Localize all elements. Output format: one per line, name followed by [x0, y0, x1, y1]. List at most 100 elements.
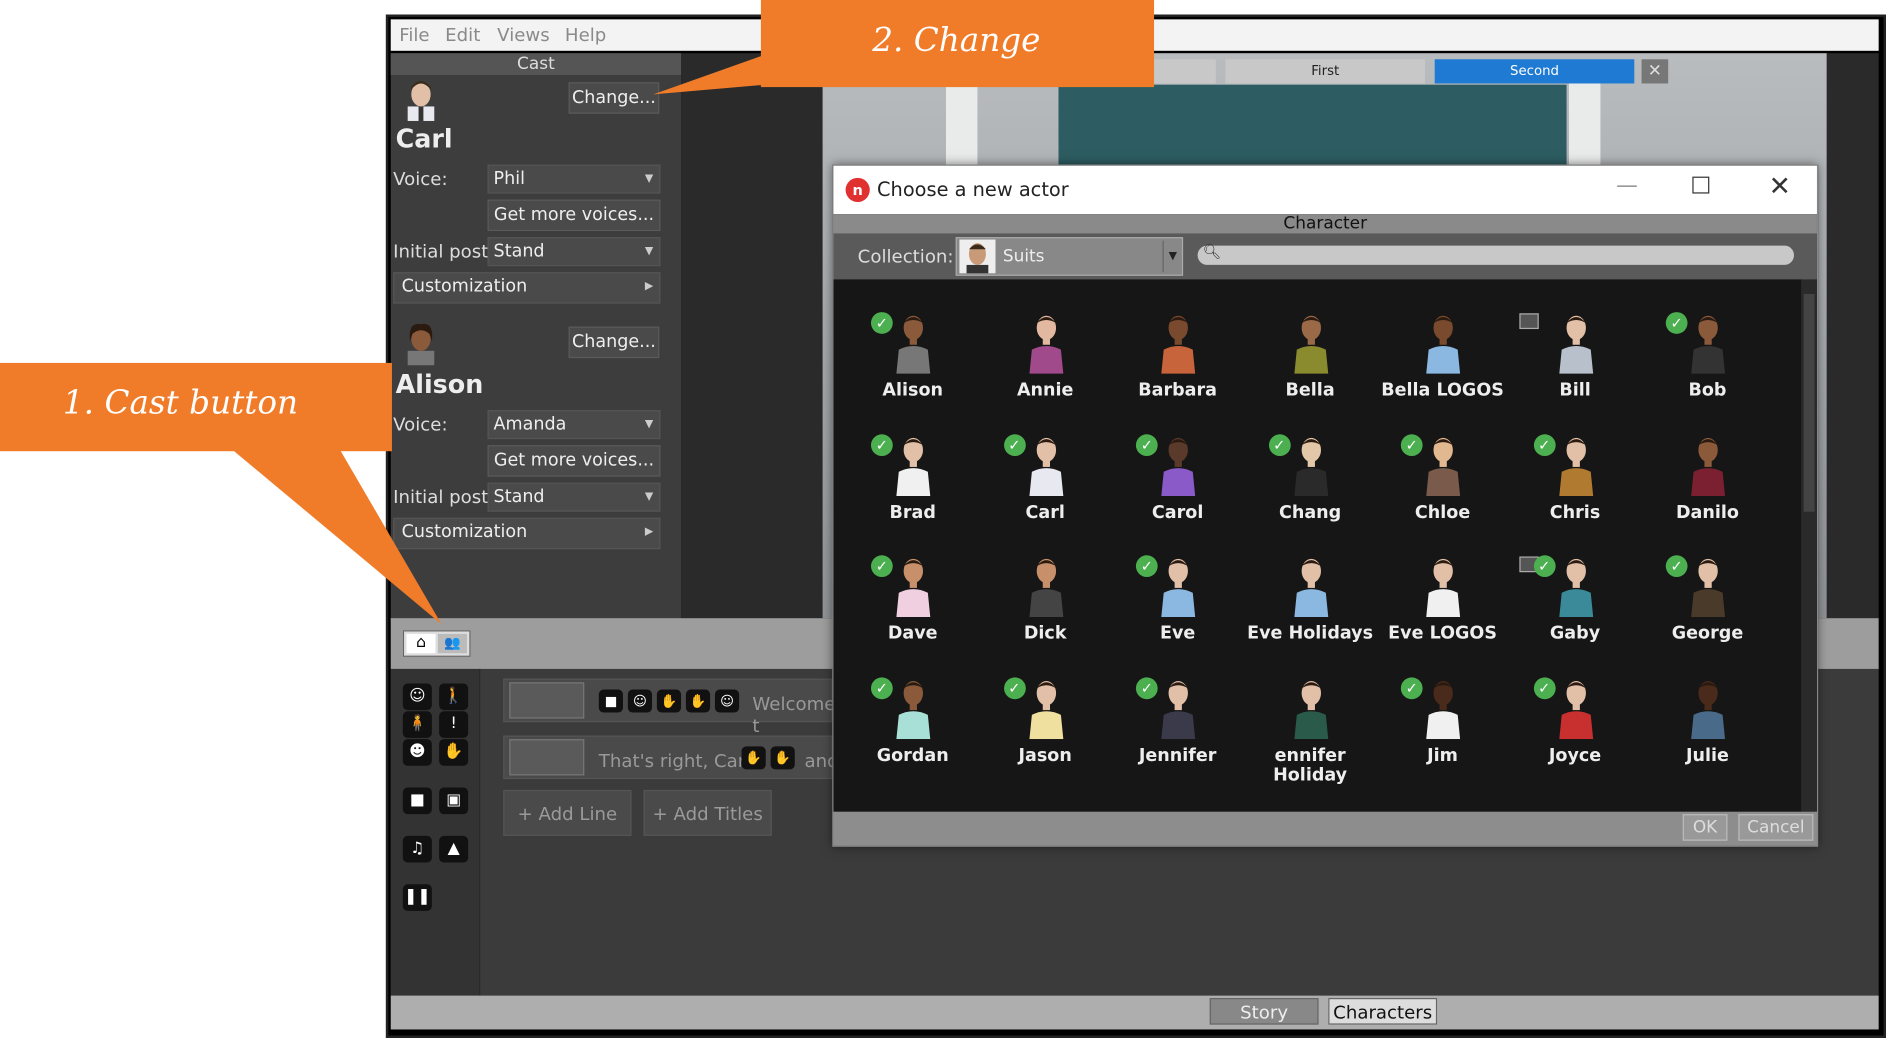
camera-icon[interactable]: ■ — [598, 689, 623, 713]
dialogue-line[interactable]: ■ ☺ ✋ ✋ ☺ Welcome t — [503, 678, 835, 737]
camera-icon[interactable]: ■ — [402, 787, 432, 815]
character-card[interactable]: Eve Holidays — [1244, 523, 1376, 644]
dialogue-line[interactable]: That's right, Carl – ✋ ✋ and — [503, 735, 839, 780]
speaker-select[interactable] — [509, 682, 585, 719]
character-card[interactable]: Bella LOGOS — [1377, 279, 1539, 400]
customization-expander[interactable]: Customization ▶ — [393, 272, 661, 304]
dialogue-text[interactable]: That's right, Carl – — [599, 750, 765, 772]
add-titles-button[interactable]: + Add Titles — [643, 789, 772, 836]
scene-tab-first[interactable]: First — [1225, 59, 1426, 84]
emotion-icon[interactable]: ☺ — [714, 689, 740, 713]
character-card[interactable]: Eve LOGOS — [1377, 523, 1539, 644]
menu-file[interactable]: File — [399, 24, 429, 46]
initial-post-label: Initial post — [393, 240, 489, 263]
music-icon[interactable]: ♫ — [402, 835, 432, 863]
change-actor-button[interactable]: Change... — [568, 82, 660, 114]
menu-help[interactable]: Help — [565, 24, 606, 46]
character-card[interactable]: ✓ Gordan — [847, 644, 979, 765]
view-toggle-group: ⌂ 👥 — [402, 630, 471, 657]
initial-post-select[interactable]: Stand ▼ — [487, 482, 661, 512]
character-card[interactable]: ✓ Chloe — [1377, 401, 1509, 522]
pause-icon[interactable]: ❚❚ — [402, 884, 432, 911]
initial-post-select[interactable]: Stand ▼ — [487, 237, 661, 267]
voice-select[interactable]: Amanda ▼ — [487, 410, 661, 440]
stand-icon[interactable]: 🧍 — [402, 711, 432, 738]
collection-label: Collection: — [857, 245, 954, 268]
menu-edit[interactable]: Edit — [445, 24, 480, 46]
cancel-button[interactable]: Cancel — [1738, 814, 1814, 841]
chevron-right-icon: ▶ — [644, 526, 654, 539]
tab-story[interactable]: Story — [1209, 998, 1319, 1025]
character-card[interactable]: Dick — [979, 523, 1111, 644]
voice-label: Voice: — [393, 168, 448, 190]
timeline-tools: ☺ 🚶 🧍 ! ☻ ✋ ■ ▣ ♫ ▲ ❚❚ — [390, 668, 481, 996]
initial-post-value: Stand — [493, 487, 545, 507]
check-icon: ✓ — [1003, 433, 1026, 456]
get-more-voices-button[interactable]: Get more voices... — [487, 445, 661, 477]
character-card[interactable]: ✓ George — [1642, 523, 1774, 644]
character-name: Chloe — [1414, 502, 1471, 522]
character-card[interactable]: ✓ Jason — [979, 644, 1111, 765]
character-card[interactable]: ✓ Eve — [1112, 523, 1244, 644]
scrollbar-thumb[interactable] — [1803, 293, 1815, 512]
character-name: Brad — [889, 502, 936, 522]
interact-icon[interactable]: ✋ — [770, 746, 795, 770]
character-card[interactable]: ✓ Bob — [1642, 279, 1774, 400]
speaker-select[interactable] — [509, 739, 585, 776]
character-card[interactable]: ✓ Chang — [1244, 401, 1376, 522]
dialogue-text[interactable]: Welcome t — [752, 693, 835, 737]
check-icon: ✓ — [1665, 312, 1688, 334]
character-card[interactable]: ✓ Gaby — [1509, 523, 1641, 644]
collection-select[interactable]: Suits ▼ — [955, 237, 1184, 276]
camera-cut-icon[interactable]: ▣ — [439, 787, 469, 815]
interact-icon[interactable]: ✋ — [741, 746, 766, 770]
character-card[interactable]: ✓ Brad — [847, 401, 979, 522]
walk-icon[interactable]: 🚶 — [439, 683, 469, 711]
bottom-bar: Story Characters — [390, 995, 1879, 1030]
character-card[interactable]: ✓ Alison — [847, 279, 979, 400]
ok-button[interactable]: OK — [1682, 814, 1728, 841]
character-card[interactable]: ✓ Carol — [1112, 401, 1244, 522]
voice-select[interactable]: Phil ▼ — [487, 164, 661, 194]
change-actor-button[interactable]: Change... — [568, 326, 660, 359]
search-input[interactable]: 🔍︎ — [1197, 243, 1794, 265]
character-card[interactable]: Danilo — [1642, 401, 1774, 522]
emotion-icon[interactable]: ☺ — [627, 689, 653, 713]
scene-tab-second[interactable]: Second — [1434, 59, 1635, 84]
character-card[interactable]: Bill — [1509, 279, 1641, 400]
scrollbar[interactable] — [1801, 279, 1817, 812]
character-card[interactable]: ennifer Holiday — [1244, 644, 1376, 784]
character-card[interactable]: ✓ Jennifer — [1112, 644, 1244, 765]
character-card[interactable]: Annie — [979, 279, 1111, 400]
add-line-button[interactable]: + Add Line — [503, 789, 632, 836]
gesture-icon[interactable]: ! — [439, 711, 469, 738]
character-card[interactable]: Barbara — [1112, 279, 1244, 400]
tab-characters[interactable]: Characters — [1328, 998, 1438, 1025]
interact-icon[interactable]: ✋ — [656, 689, 682, 713]
character-card[interactable]: ✓ Joyce — [1509, 644, 1641, 765]
menu-views[interactable]: Views — [497, 24, 550, 46]
interact-icon[interactable]: ✋ — [685, 689, 711, 713]
character-card[interactable]: ✓ Carl — [979, 401, 1111, 522]
emotion-icon[interactable]: ☺ — [402, 683, 432, 711]
face-icon[interactable]: ☻ — [402, 739, 432, 766]
character-card[interactable]: ✓ Jim — [1377, 644, 1509, 765]
close-icon[interactable]: ✕ — [1769, 172, 1791, 202]
character-card[interactable]: Julie — [1642, 644, 1774, 765]
close-icon[interactable]: ✕ — [1641, 59, 1669, 84]
chevron-right-icon: ▶ — [644, 280, 654, 293]
minimize-icon[interactable]: — — [1616, 173, 1638, 198]
maximize-icon[interactable] — [1692, 176, 1710, 194]
character-card[interactable]: ✓ Dave — [847, 523, 979, 644]
get-more-voices-button[interactable]: Get more voices... — [487, 199, 661, 232]
interact-icon[interactable]: ✋ — [439, 739, 469, 766]
home-icon[interactable]: ⌂ — [406, 633, 436, 654]
dialog-title: Choose a new actor — [877, 177, 1069, 201]
character-card[interactable]: Bella — [1244, 279, 1376, 400]
character-card[interactable]: ✓ Chris — [1509, 401, 1641, 522]
check-icon: ✓ — [1533, 433, 1556, 456]
character-name: Joyce — [1548, 745, 1602, 766]
character-figure — [1028, 437, 1063, 496]
cast-button[interactable]: 👥 — [437, 633, 467, 654]
background-icon[interactable]: ▲ — [439, 835, 469, 863]
